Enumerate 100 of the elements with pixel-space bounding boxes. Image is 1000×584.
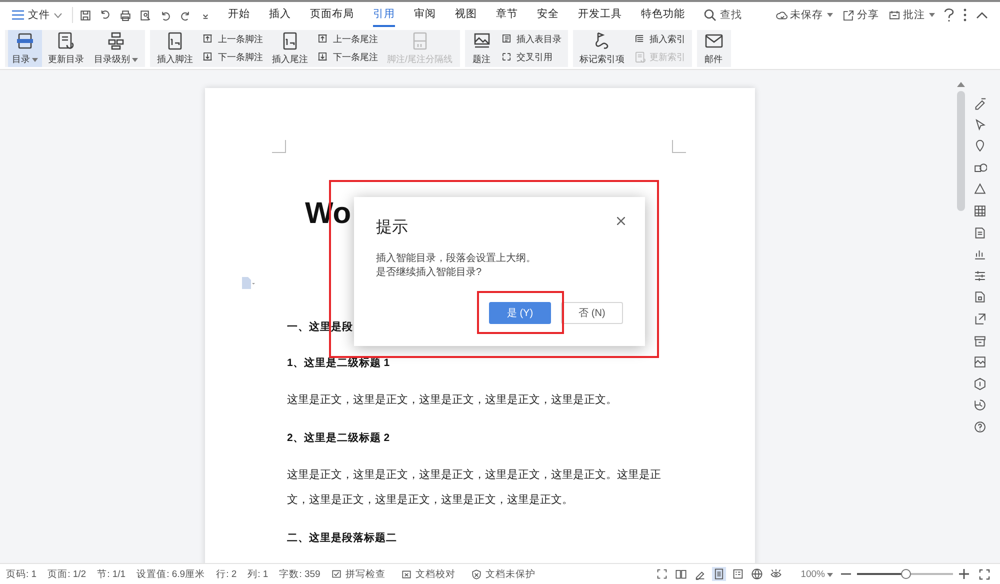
collapse-icon[interactable] <box>976 11 988 19</box>
close-button[interactable] <box>617 217 625 225</box>
proof-button[interactable]: 文档校对 <box>401 568 456 580</box>
status-text: 列: 1 <box>248 568 268 580</box>
ribbon-button[interactable]: 插入脚注 <box>153 30 197 67</box>
dialog-title: 提示 <box>376 218 408 238</box>
protect-button[interactable]: 文档未保护 <box>471 568 536 580</box>
dialog-message: 是否继续插入智能目录? <box>376 266 483 280</box>
history-icon[interactable] <box>973 398 987 412</box>
ribbon-tab[interactable]: 安全 <box>537 3 559 27</box>
zoom-in-button[interactable] <box>959 569 969 579</box>
print-icon[interactable] <box>119 8 132 22</box>
ribbon-tab[interactable]: 页面布局 <box>310 3 354 27</box>
refresh-document-icon <box>56 31 76 51</box>
ribbon-tab[interactable]: 视图 <box>455 3 477 27</box>
share-button[interactable]: 分享 <box>842 8 879 22</box>
view-mode-button[interactable] <box>654 567 669 581</box>
ribbon-button[interactable]: 目录 <box>8 30 42 67</box>
export-icon[interactable] <box>973 312 987 326</box>
ribbon-tab[interactable]: 插入 <box>269 3 291 27</box>
caret-icon <box>827 572 833 576</box>
view-mode-button[interactable] <box>674 567 688 581</box>
close-icon <box>617 217 625 225</box>
cloud-button[interactable]: 未保存 <box>775 8 833 22</box>
section-heading: 二、这里是段落标题二 <box>287 531 397 546</box>
file-icon[interactable] <box>973 290 987 304</box>
refresh-document-icon <box>634 51 647 64</box>
sliders-icon[interactable] <box>973 268 987 283</box>
search-button[interactable]: 查找 <box>704 8 742 22</box>
caret-icon <box>929 13 935 17</box>
ribbon-button[interactable]: 目录级别 <box>90 30 142 67</box>
page-view-icon <box>712 568 725 580</box>
status-text: 页面: 1/2 <box>48 568 86 580</box>
ribbon-tab[interactable]: 开发工具 <box>578 3 622 27</box>
triangle-icon[interactable] <box>973 182 987 196</box>
caret-icon <box>132 58 138 62</box>
ribbon-button[interactable]: 上一条脚注 <box>199 32 266 46</box>
pen-icon[interactable] <box>973 96 987 110</box>
pointer-icon[interactable] <box>973 118 987 132</box>
help-icon[interactable] <box>973 420 987 434</box>
status-text: 节: 1/1 <box>97 568 126 580</box>
view-mode-button[interactable] <box>712 567 726 581</box>
scrollbar-thumb[interactable] <box>957 91 965 211</box>
confirm-button[interactable]: 是 (Y) <box>489 302 551 324</box>
status-text: 行: 2 <box>216 568 237 580</box>
print-preview-icon[interactable] <box>139 8 152 22</box>
slider-thumb[interactable] <box>900 569 911 579</box>
menu-icon <box>12 10 24 20</box>
ribbon-button[interactable]: 交叉引用 <box>498 51 565 64</box>
spell-button[interactable]: 拼写检查 <box>331 568 386 580</box>
caret-icon <box>827 13 833 17</box>
help-icon[interactable] <box>944 8 954 22</box>
share-icon <box>842 8 855 22</box>
ribbon-tab[interactable]: 开始 <box>228 3 250 27</box>
shield-icon <box>471 568 482 580</box>
ribbon-tab[interactable]: 章节 <box>496 3 518 27</box>
image-icon[interactable] <box>973 355 987 370</box>
location-pin-icon[interactable] <box>973 139 987 154</box>
caret-icon <box>32 58 38 62</box>
view-mode-button[interactable] <box>750 567 764 581</box>
status-text: 设置值: 6.9厘米 <box>136 568 206 580</box>
ribbon-button[interactable]: 插入尾注 <box>268 30 312 67</box>
ribbon-tab[interactable]: 审阅 <box>414 3 436 27</box>
ribbon-button[interactable]: 邮件 <box>700 30 728 67</box>
ribbon-button[interactable]: 标记索引项 <box>576 30 629 67</box>
more-icon[interactable] <box>963 8 967 22</box>
save-icon[interactable] <box>79 8 92 22</box>
ribbon-button[interactable]: 插入表目录 <box>498 32 565 46</box>
hierarchy-icon <box>106 31 126 51</box>
cancel-button[interactable]: 否 (N) <box>561 302 623 324</box>
ribbon-tab[interactable]: 特色功能 <box>641 3 685 27</box>
checkbox-icon <box>331 568 342 580</box>
view-mode-button[interactable] <box>730 567 745 581</box>
ribbon-tab[interactable]: 引用 <box>373 3 395 27</box>
file-menu-button[interactable]: 文件 <box>8 8 66 22</box>
zoom-dropdown[interactable]: 100% <box>800 568 833 580</box>
comment-button[interactable]: 批注 <box>888 8 935 22</box>
plus-icon <box>959 569 969 579</box>
subheading: 2、这里是二级标题 2 <box>287 431 390 446</box>
hexagon-icon[interactable] <box>973 376 987 391</box>
ribbon-button[interactable]: 下一条尾注 <box>314 51 381 64</box>
ribbon-button[interactable]: 题注 <box>468 30 496 67</box>
outline-view-icon <box>732 568 744 580</box>
globe-icon <box>750 568 763 580</box>
document-icon[interactable] <box>973 226 987 240</box>
cloud-icon <box>775 8 788 22</box>
status-text: 页码: 1 <box>6 568 37 580</box>
fit-screen-icon[interactable] <box>979 568 990 580</box>
shapes-icon[interactable] <box>973 160 987 175</box>
ribbon-button[interactable]: 插入索引 <box>630 32 689 46</box>
dialog-message: 插入智能目录，段落会设置上大纲。 <box>376 252 537 266</box>
ribbon-button[interactable]: 上一条尾注 <box>314 32 381 46</box>
chevron-down-icon <box>54 12 62 18</box>
book-icon <box>674 568 687 580</box>
grid-icon[interactable] <box>973 204 987 218</box>
scroll-up-icon[interactable] <box>957 82 965 87</box>
ribbon-button[interactable]: 更新目录 <box>44 30 88 67</box>
ribbon-button[interactable]: 下一条脚注 <box>199 51 266 64</box>
toc-icon <box>15 31 35 51</box>
archive-icon[interactable] <box>973 334 987 348</box>
